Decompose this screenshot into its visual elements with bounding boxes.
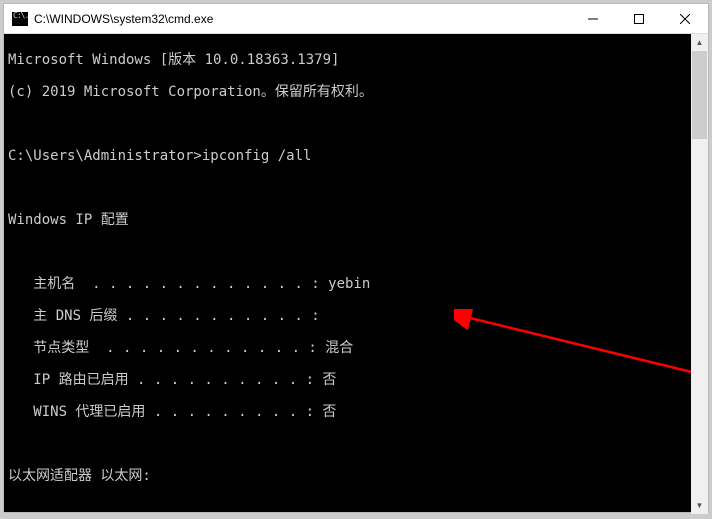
blank-line [8, 436, 706, 452]
maximize-button[interactable] [616, 4, 662, 33]
section-header: 以太网适配器 以太网: [8, 468, 706, 484]
prompt-line: C:\Users\Administrator>ipconfig /all [8, 148, 706, 164]
banner-line: (c) 2019 Microsoft Corporation。保留所有权利。 [8, 84, 706, 100]
close-icon [680, 14, 690, 24]
blank-line [8, 500, 706, 512]
close-button[interactable] [662, 4, 708, 33]
minimize-button[interactable] [570, 4, 616, 33]
titlebar[interactable]: C:\. C:\WINDOWS\system32\cmd.exe [4, 4, 708, 34]
cmd-window: C:\. C:\WINDOWS\system32\cmd.exe Microso… [3, 3, 709, 513]
field-ip-routing: IP 路由已启用 . . . . . . . . . . : 否 [8, 372, 706, 388]
scroll-thumb[interactable] [692, 51, 707, 139]
window-title: C:\WINDOWS\system32\cmd.exe [34, 12, 570, 26]
window-controls [570, 4, 708, 33]
field-wins-proxy: WINS 代理已启用 . . . . . . . . . : 否 [8, 404, 706, 420]
minimize-icon [588, 14, 598, 24]
scroll-up-button[interactable]: ▲ [691, 34, 708, 51]
field-hostname: 主机名 . . . . . . . . . . . . . : yebin [8, 276, 706, 292]
field-dns-suffix: 主 DNS 后缀 . . . . . . . . . . . : [8, 308, 706, 324]
maximize-icon [634, 14, 644, 24]
section-header: Windows IP 配置 [8, 212, 706, 228]
blank-line [8, 116, 706, 132]
scroll-down-button[interactable]: ▼ [691, 497, 708, 514]
banner-line: Microsoft Windows [版本 10.0.18363.1379] [8, 52, 706, 68]
field-node-type: 节点类型 . . . . . . . . . . . . : 混合 [8, 340, 706, 356]
terminal-output[interactable]: Microsoft Windows [版本 10.0.18363.1379] (… [4, 34, 708, 512]
cmd-icon: C:\. [12, 12, 28, 26]
blank-line [8, 180, 706, 196]
vertical-scrollbar[interactable]: ▲ ▼ [691, 34, 708, 514]
blank-line [8, 244, 706, 260]
